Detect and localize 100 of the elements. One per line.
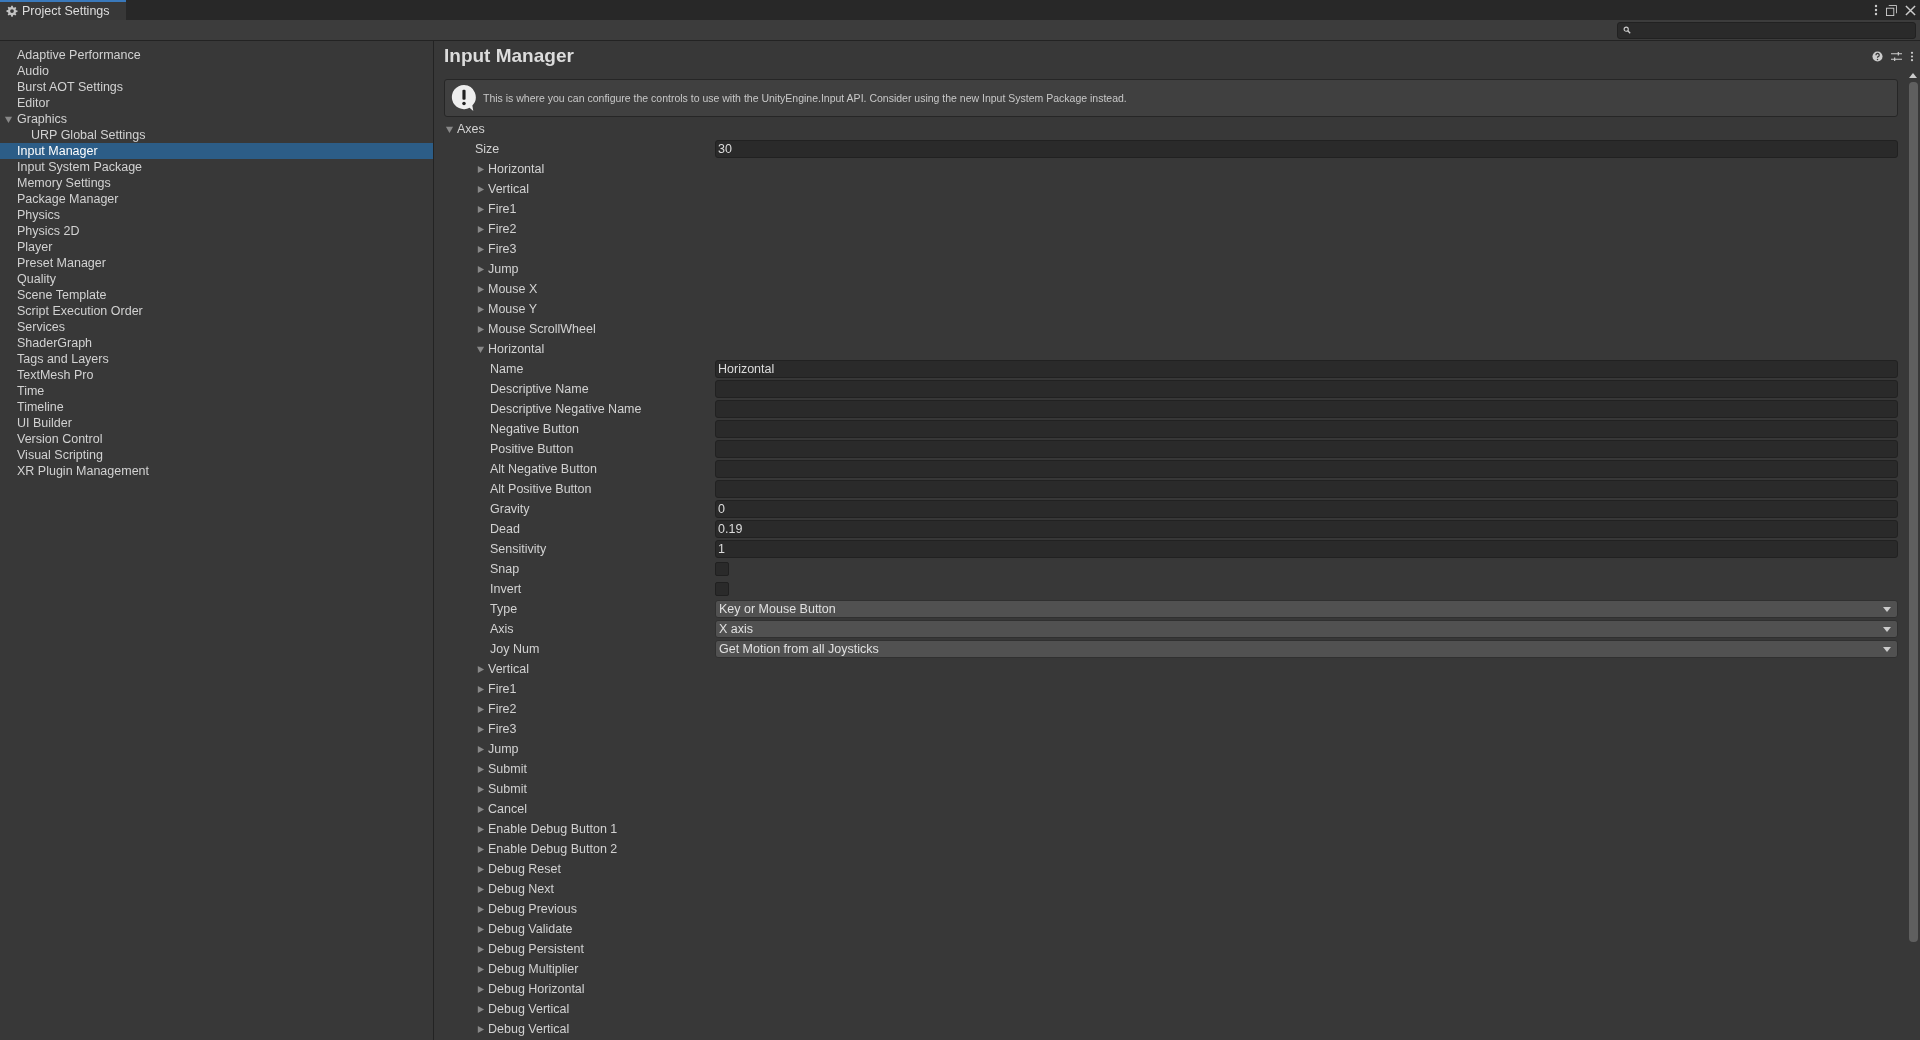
dropdown[interactable]: Get Motion from all Joysticks — [715, 640, 1898, 658]
axis-foldout[interactable]: Cancel — [444, 802, 527, 816]
sidebar-item[interactable]: Visual Scripting — [0, 447, 433, 463]
checkbox[interactable] — [715, 582, 729, 596]
caret-icon — [1883, 626, 1891, 632]
sidebar-item[interactable]: UI Builder — [0, 415, 433, 431]
field-label: Joy Num — [489, 642, 541, 656]
sidebar-item[interactable]: Burst AOT Settings — [0, 79, 433, 95]
expand-triangle-icon[interactable] — [4, 114, 13, 124]
sidebar-item[interactable]: XR Plugin Management — [0, 463, 433, 479]
axis-foldout[interactable]: Jump — [444, 742, 519, 756]
axis-foldout[interactable]: Debug Multiplier — [444, 962, 579, 976]
axis-foldout[interactable]: Enable Debug Button 2 — [444, 842, 618, 856]
axis-foldout[interactable]: Fire3 — [444, 242, 517, 256]
sidebar-item[interactable]: Player — [0, 239, 433, 255]
axis-foldout[interactable]: Fire3 — [444, 722, 517, 736]
scroll-up-icon[interactable] — [1909, 73, 1917, 78]
sidebar-item[interactable]: ShaderGraph — [0, 335, 433, 351]
axis-foldout[interactable]: Debug Horizontal — [444, 982, 585, 996]
search-field[interactable] — [1617, 21, 1916, 39]
sidebar-item[interactable]: Editor — [0, 95, 433, 111]
caret-icon — [1883, 606, 1891, 612]
sidebar-item[interactable]: Timeline — [0, 399, 433, 415]
help-icon[interactable] — [1872, 50, 1883, 62]
field-label: Dead — [489, 522, 521, 536]
field-label: Invert — [489, 582, 523, 596]
axis-foldout[interactable]: Mouse Y — [444, 302, 538, 316]
size-field[interactable]: 30 — [715, 140, 1898, 158]
sidebar-item[interactable]: Preset Manager — [0, 255, 433, 271]
checkbox[interactable] — [715, 562, 729, 576]
sidebar-item[interactable]: Version Control — [0, 431, 433, 447]
axis-foldout[interactable]: Debug Vertical — [444, 1002, 570, 1016]
warning-icon — [451, 84, 477, 112]
sliders-icon[interactable] — [1891, 50, 1902, 62]
axis-foldout[interactable]: Vertical — [444, 182, 529, 196]
sidebar-item[interactable]: Physics — [0, 207, 433, 223]
settings-icon — [6, 5, 18, 17]
window-title: Project Settings — [22, 4, 110, 18]
sidebar-item[interactable]: Memory Settings — [0, 175, 433, 191]
axis-foldout[interactable]: Debug Validate — [444, 922, 573, 936]
text-field[interactable]: 0.19 — [715, 520, 1898, 538]
axis-foldout[interactable]: Vertical — [444, 662, 529, 676]
axis-foldout[interactable]: Fire2 — [444, 222, 517, 236]
axis-foldout[interactable]: Mouse ScrollWheel — [444, 322, 596, 336]
sidebar-item[interactable]: Package Manager — [0, 191, 433, 207]
search-icon — [1623, 26, 1631, 34]
more-icon[interactable] — [1910, 50, 1914, 62]
sidebar-item[interactable]: Input Manager — [0, 143, 433, 159]
axis-foldout[interactable]: Debug Next — [444, 882, 554, 896]
axis-foldout[interactable]: Debug Vertical — [444, 1022, 570, 1036]
axis-foldout[interactable]: Fire1 — [444, 682, 517, 696]
sidebar-item[interactable]: Graphics — [0, 111, 433, 127]
axis-foldout[interactable]: Horizontal — [444, 162, 545, 176]
text-field[interactable]: Horizontal — [715, 360, 1898, 378]
axes-foldout[interactable]: Axes — [444, 122, 485, 136]
sidebar-item[interactable]: Quality — [0, 271, 433, 287]
sidebar-item[interactable]: URP Global Settings — [0, 127, 433, 143]
sidebar-item[interactable]: Scene Template — [0, 287, 433, 303]
field-label: Size — [474, 142, 501, 156]
field-label: Descriptive Negative Name — [489, 402, 643, 416]
field-label: Alt Negative Button — [489, 462, 598, 476]
axis-foldout[interactable]: Submit — [444, 762, 527, 776]
axis-foldout[interactable]: Jump — [444, 262, 519, 276]
text-field[interactable]: 1 — [715, 540, 1898, 558]
help-text: This is where you can configure the controls to use with the UnityEngine.Input API. Consider using the new Input System Package instead. — [483, 92, 1127, 104]
axis-foldout[interactable]: Enable Debug Button 1 — [444, 822, 618, 836]
sidebar-item[interactable]: Adaptive Performance — [0, 47, 433, 63]
sidebar-item[interactable]: Input System Package — [0, 159, 433, 175]
maximize-icon[interactable] — [1886, 4, 1897, 16]
field-label: Sensitivity — [489, 542, 548, 556]
field-label: Descriptive Name — [489, 382, 590, 396]
field-label: Gravity — [489, 502, 531, 516]
field-label: Name — [489, 362, 525, 376]
field-label: Type — [489, 602, 519, 616]
field-label: Axis — [489, 622, 515, 636]
scrollbar-thumb[interactable] — [1908, 82, 1918, 942]
window-tab[interactable]: Project Settings — [0, 0, 126, 20]
dropdown[interactable]: X axis — [715, 620, 1898, 638]
dropdown[interactable]: Key or Mouse Button — [715, 600, 1898, 618]
caret-icon — [1883, 646, 1891, 652]
sidebar-item[interactable]: Services — [0, 319, 433, 335]
field-label: Snap — [489, 562, 521, 576]
sidebar-item[interactable]: Time — [0, 383, 433, 399]
text-field[interactable]: 0 — [715, 500, 1898, 518]
sidebar-item[interactable]: Tags and Layers — [0, 351, 433, 367]
axis-foldout[interactable]: Debug Previous — [444, 902, 577, 916]
axis-foldout[interactable]: Submit — [444, 782, 527, 796]
axis-foldout[interactable]: Fire1 — [444, 202, 517, 216]
field-label: Positive Button — [489, 442, 575, 456]
axis-foldout[interactable]: Fire2 — [444, 702, 517, 716]
axis-foldout[interactable]: Debug Persistent — [444, 942, 584, 956]
sidebar-item[interactable]: Audio — [0, 63, 433, 79]
axis-foldout[interactable]: Horizontal — [444, 342, 545, 356]
sidebar-item[interactable]: Script Execution Order — [0, 303, 433, 319]
axis-foldout[interactable]: Mouse X — [444, 282, 538, 296]
axis-foldout[interactable]: Debug Reset — [444, 862, 561, 876]
sidebar-item[interactable]: TextMesh Pro — [0, 367, 433, 383]
more-icon[interactable] — [1874, 4, 1878, 16]
sidebar-item[interactable]: Physics 2D — [0, 223, 433, 239]
close-icon[interactable] — [1905, 4, 1916, 16]
